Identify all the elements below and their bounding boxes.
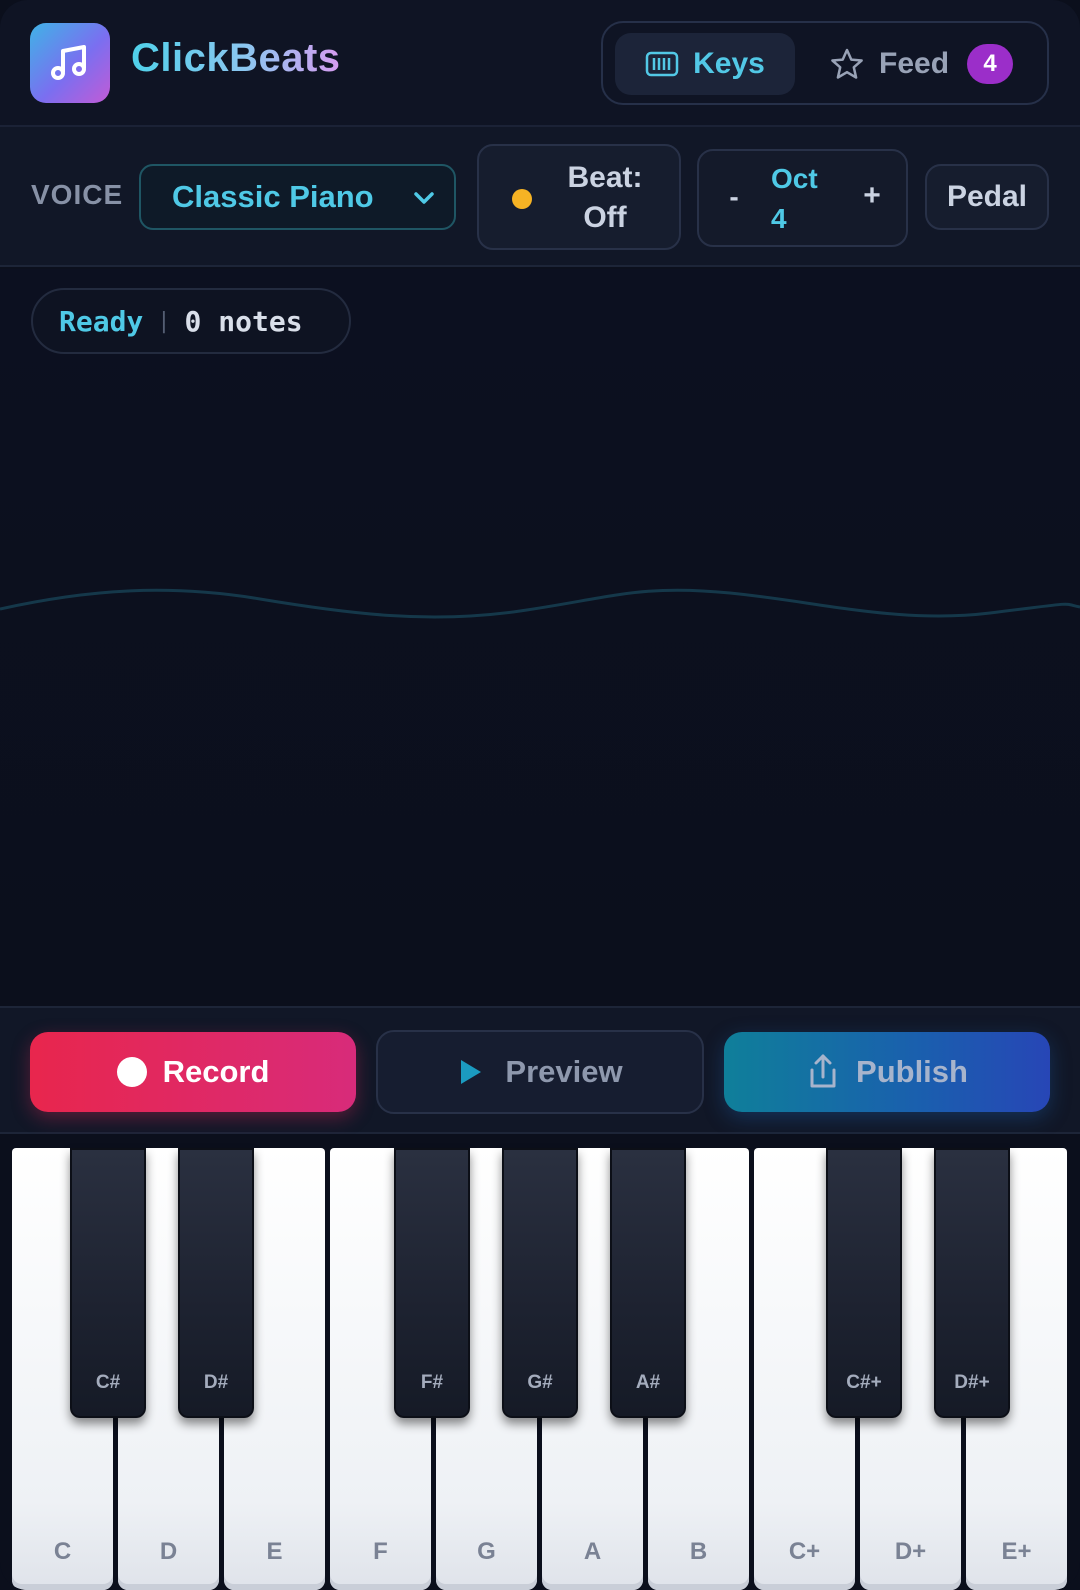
tab-keys-label: Keys (693, 47, 765, 80)
key-label: C+ (788, 1538, 821, 1565)
publish-label: Publish (856, 1054, 968, 1089)
tab-feed[interactable]: Feed 4 (825, 33, 1030, 95)
key-label: E+ (1001, 1538, 1032, 1565)
nav-tabs: Keys Feed 4 (601, 21, 1049, 105)
key-label: B (689, 1538, 708, 1565)
play-icon (461, 1060, 482, 1084)
share-upload-icon (810, 1054, 836, 1088)
black-key-a-sharp[interactable]: A# (610, 1148, 686, 1418)
key-label: A# (635, 1372, 661, 1393)
black-key-d-sharp[interactable]: D# (178, 1148, 254, 1418)
octave-label: Oct (771, 163, 818, 194)
preview-button[interactable]: Preview (376, 1030, 704, 1114)
chevron-down-icon (414, 192, 434, 204)
status-state: Ready (59, 304, 144, 338)
black-key-g-sharp[interactable]: G# (502, 1148, 578, 1418)
beat-toggle-button[interactable]: Beat: Off (477, 144, 681, 250)
record-dot-icon (116, 1057, 147, 1087)
beat-status-dot (512, 189, 532, 209)
key-label: F# (420, 1372, 444, 1393)
feed-count-badge: 4 (967, 44, 1014, 84)
preview-label: Preview (505, 1054, 623, 1089)
key-label: F (373, 1538, 388, 1565)
app-window: ClickBeats Keys Feed 4 VOICE Classic Pia… (0, 0, 1080, 1590)
piano-keyboard: C D E F G A B C+ D+ E+ C# D# F# G# A# C#… (0, 1134, 1080, 1590)
voice-select[interactable]: Classic Piano (139, 164, 456, 230)
star-icon (831, 48, 863, 79)
record-label: Record (162, 1054, 270, 1089)
pedal-button[interactable]: Pedal (925, 164, 1049, 230)
voice-select-value: Classic Piano (172, 179, 374, 214)
key-label: A (583, 1538, 602, 1565)
black-key-c-sharp-plus[interactable]: C#+ (826, 1148, 902, 1418)
status-separator: | (157, 308, 171, 334)
beat-state: Off (583, 201, 627, 234)
black-key-c-sharp[interactable]: C# (70, 1148, 146, 1418)
publish-button[interactable]: Publish (724, 1032, 1050, 1112)
piano-keys-icon (645, 51, 679, 77)
key-label: D (159, 1538, 178, 1565)
key-label: D# (203, 1372, 229, 1393)
key-label: C (53, 1538, 72, 1565)
status-pill: Ready | 0 notes (31, 288, 351, 354)
key-label: G# (527, 1372, 553, 1393)
controls-bar: VOICE Classic Piano Beat: Off - Oct 4 + … (0, 127, 1080, 267)
black-key-d-sharp-plus[interactable]: D#+ (934, 1148, 1010, 1418)
octave-value: 4 (771, 203, 787, 234)
note-count: 0 notes (184, 304, 303, 338)
key-label: C#+ (846, 1372, 882, 1393)
header: ClickBeats Keys Feed 4 (0, 0, 1080, 127)
octave-up-button[interactable]: + (857, 179, 887, 213)
tab-feed-label: Feed (879, 47, 950, 80)
visualizer-stage: Ready | 0 notes (0, 269, 1080, 1006)
key-label: D#+ (954, 1372, 990, 1393)
key-label: E (266, 1538, 283, 1565)
key-label: D+ (894, 1538, 927, 1565)
black-key-f-sharp[interactable]: F# (394, 1148, 470, 1418)
app-title: ClickBeats (131, 36, 341, 80)
tab-keys[interactable]: Keys (615, 33, 795, 95)
waveform-line (0, 588, 1080, 619)
voice-label: VOICE (31, 179, 124, 210)
record-button[interactable]: Record (30, 1032, 356, 1112)
octave-down-button[interactable]: - (719, 181, 749, 213)
key-label: C# (95, 1372, 121, 1393)
octave-control: - Oct 4 + (697, 149, 908, 247)
beat-label: Beat: (567, 161, 643, 194)
action-bar: Record Preview Publish (0, 1006, 1080, 1134)
music-note-icon (30, 23, 110, 103)
key-label: G (477, 1538, 496, 1565)
